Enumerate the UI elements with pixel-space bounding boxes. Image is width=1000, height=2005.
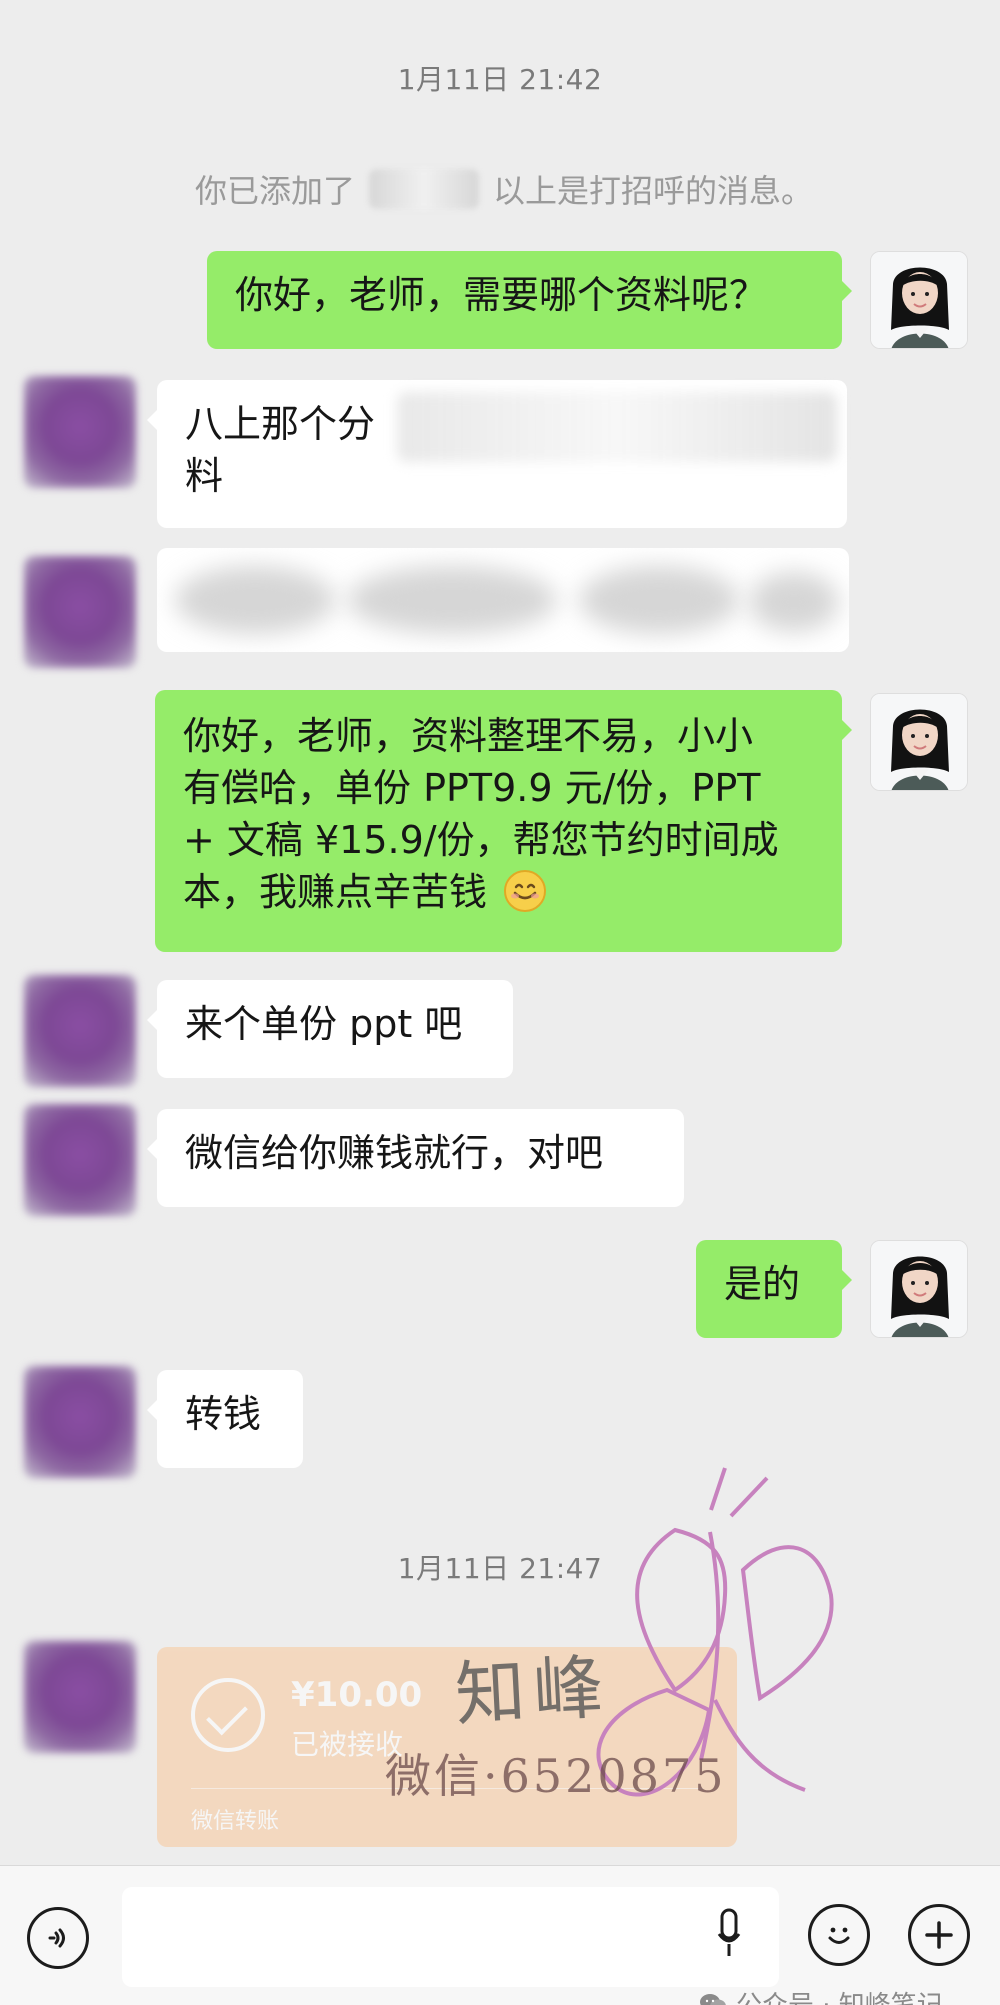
wechat-icon <box>700 1993 726 2005</box>
message-text: 来个单份 ppt 吧 <box>185 1002 463 1046</box>
voice-icon <box>48 1928 65 1948</box>
emoji-icon <box>828 1927 850 1944</box>
blurred-message-bubble[interactable] <box>157 548 849 652</box>
mic-icon[interactable] <box>717 1908 741 1960</box>
platform-watermark-text: 公众号 · 知峰笔记 <box>736 1985 943 2005</box>
message-text: 转钱 <box>185 1392 262 1436</box>
platform-watermark: 公众号 · 知峰笔记 <box>698 1985 943 2005</box>
message-bubble-contact-3[interactable]: 微信给你赚钱就行，对吧 <box>147 1109 684 1207</box>
blurred-contact-name <box>369 169 480 209</box>
voice-toggle-button[interactable] <box>27 1907 89 1969</box>
message-text: 微信给你赚钱就行，对吧 <box>185 1131 604 1175</box>
watermark-contact: 微信·6520875 <box>385 1749 727 1803</box>
female-avatar-icon <box>871 1241 967 1337</box>
more-actions-button[interactable] <box>908 1904 970 1966</box>
smile-emoji-icon <box>504 870 547 912</box>
transfer-amount: ¥10.00 <box>291 1675 423 1715</box>
message-text-line-4: 本，我赚点辛苦钱 <box>183 870 488 914</box>
contact-avatar-1[interactable] <box>24 376 136 488</box>
contact-avatar-5[interactable] <box>24 1366 136 1478</box>
message-bubble-self-1[interactable]: 你好，老师，需要哪个资料呢？ <box>207 251 852 349</box>
timestamp-first: 1月11日 21:42 <box>397 63 603 96</box>
message-bubble-contact-1[interactable]: 八上那个分 料 <box>147 380 847 528</box>
self-avatar[interactable] <box>870 693 968 791</box>
message-text-line-2: 有偿哈，单份 PPT9.9 元/份，PPT <box>183 766 761 810</box>
message-bubble-contact-2[interactable]: 来个单份 ppt 吧 <box>147 980 513 1078</box>
blurred-message-segment <box>397 392 837 462</box>
timestamp-second: 1月11日 21:47 <box>397 1552 603 1585</box>
message-bubble-contact-4[interactable]: 转钱 <box>147 1370 303 1468</box>
contact-avatar-6[interactable] <box>24 1641 136 1753</box>
emoji-button[interactable] <box>808 1904 870 1966</box>
transfer-check-icon <box>191 1678 265 1752</box>
message-text-line-3: + 文稿 ¥15.9/份，帮您节约时间成 <box>183 818 779 862</box>
message-input[interactable] <box>122 1887 779 1987</box>
female-avatar-icon <box>871 252 967 348</box>
system-message-prefix: 你已添加了 <box>195 172 356 210</box>
message-bubble-self-2[interactable]: 你好，老师，资料整理不易，小小 有偿哈，单份 PPT9.9 元/份，PPT + … <box>155 690 852 952</box>
watermark-brand: 知峰 <box>453 1645 614 1737</box>
chat-screen: 1月11日 21:42 你已添加了 以上是打招呼的消息。 你好，老师，需要哪个资… <box>0 0 1000 2005</box>
self-avatar[interactable] <box>870 251 968 349</box>
message-text: 你好，老师，需要哪个资料呢？ <box>235 273 768 317</box>
contact-avatar-2[interactable] <box>24 556 136 668</box>
system-message: 你已添加了 以上是打招呼的消息。 <box>195 165 813 213</box>
self-avatar[interactable] <box>870 1240 968 1338</box>
female-avatar-icon <box>871 694 967 790</box>
message-text: 是的 <box>724 1262 801 1306</box>
message-bubble-self-3[interactable]: 是的 <box>696 1240 852 1338</box>
plus-icon <box>925 1921 953 1949</box>
contact-avatar-4[interactable] <box>24 1104 136 1216</box>
transfer-footer: 微信转账 <box>191 1809 280 1834</box>
message-text-line-1: 你好，老师，资料整理不易，小小 <box>183 714 754 758</box>
contact-avatar-3[interactable] <box>24 975 136 1087</box>
system-message-suffix: 以上是打招呼的消息。 <box>493 172 814 210</box>
